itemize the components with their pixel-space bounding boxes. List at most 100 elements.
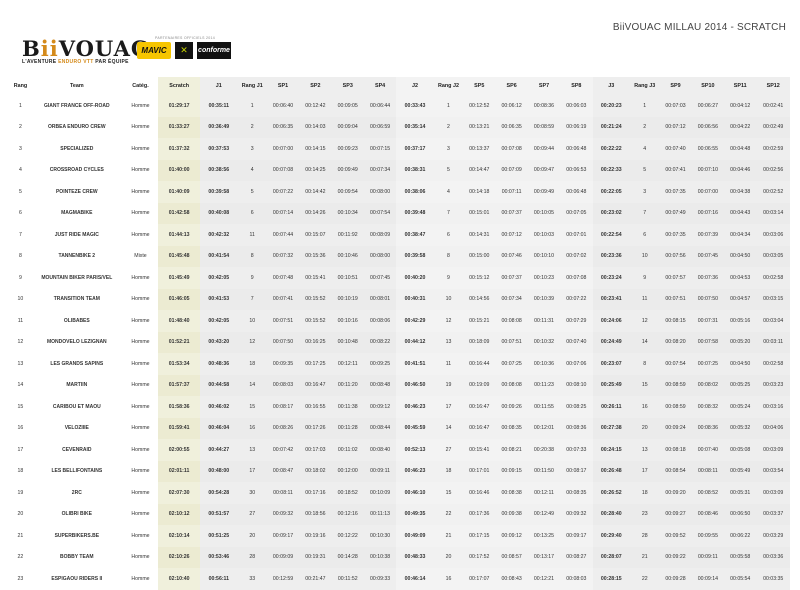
col-rang-j1-cell: 17	[237, 460, 267, 482]
col-sp6-cell: 00:07:25	[495, 353, 528, 375]
col-rang-j3-cell: 1	[630, 95, 660, 117]
document-title: BiiVOUAC MILLAU 2014 - SCRATCH	[612, 22, 786, 33]
col-sp6-cell: 00:08:38	[495, 482, 528, 504]
col-rang-j1-cell: 4	[237, 159, 267, 181]
col-sp7-cell: 00:09:44	[527, 138, 561, 160]
col-sp6-cell: 00:07:12	[495, 224, 528, 246]
col-rang-j3-cell: 14	[630, 331, 660, 353]
col-sp3-cell: 00:10:16	[331, 310, 364, 332]
col-team-cell: CEVENRAID	[62, 446, 92, 453]
col-cat-g-cell: Homme	[131, 425, 150, 432]
col-rang-cell: 20	[17, 511, 24, 518]
col-sp10-cell: 00:07:10	[691, 159, 725, 181]
col-j2-cell: 00:39:48	[396, 202, 434, 224]
col-sp8-cell: 00:07:06	[560, 353, 593, 375]
col-sp10-cell: 00:07:36	[691, 267, 725, 289]
col-sp7-cell: 00:13:25	[527, 525, 561, 547]
col-sp4-cell: 00:10:09	[363, 482, 397, 504]
col-sp3-cell: 00:09:04	[331, 116, 364, 138]
col-rang-j1-cell: 7	[237, 288, 267, 310]
table-row: 16 VELOZIIIE Homme 01:59:41 00:46:04 16 00:08:…	[10, 417, 790, 439]
col-sp6-cell: 00:08:21	[495, 439, 528, 461]
col-sp11-cell: 00:05:31	[724, 482, 757, 504]
table-row: 19 2RC Homme 02:07:30 00:54:28 30 00:08:11 00:1…	[10, 482, 790, 504]
table-row: 13 LES GRANDS SAPINS Homme 01:53:34 00:48:36…	[10, 353, 790, 375]
col-cat-g-cell: Homme	[131, 274, 150, 281]
col-rang-j1-cell: 15	[237, 396, 267, 418]
col-sp3-cell: 00:10:46	[331, 245, 364, 267]
col-rang-j2-cell: 20	[433, 546, 464, 568]
col-scratch-cell: 01:52:21	[158, 331, 201, 353]
col-sp7-cell: 00:12:49	[527, 503, 561, 525]
col-sp1-cell: 00:09:17	[266, 525, 300, 547]
col-sp7-cell: 00:11:50	[527, 460, 561, 482]
col-rang-cell: 2	[18, 124, 22, 131]
col-sp11-cell: 00:04:12	[724, 95, 757, 117]
col-sp9-cell: 00:07:35	[659, 224, 692, 246]
col-rang-j3-cell: 13	[630, 439, 660, 461]
col-team-header: Team	[69, 83, 84, 89]
col-j2-cell: 00:48:33	[396, 546, 434, 568]
col-sp1-cell: 00:07:08	[266, 159, 300, 181]
col-rang-j1-header: Rang J1	[237, 77, 267, 95]
col-sp3-cell: 00:11:38	[331, 396, 364, 418]
col-j1-cell: 00:41:53	[200, 288, 238, 310]
col-sp12-cell: 00:03:23	[756, 374, 790, 396]
col-team-cell: CARIBOU ET MAOU	[52, 403, 101, 410]
col-rang-j3-cell: 12	[630, 310, 660, 332]
col-rang-j1-cell: 12	[237, 331, 267, 353]
col-sp7-cell: 00:10:10	[527, 245, 561, 267]
col-rang-j3-cell: 15	[630, 374, 660, 396]
col-sp5-cell: 00:17:36	[463, 503, 496, 525]
col-rang-j2-cell: 13	[433, 331, 464, 353]
col-j2-cell: 00:46:23	[396, 460, 434, 482]
col-sp10-cell: 00:09:11	[691, 546, 725, 568]
col-cat-g-cell: Homme	[131, 575, 150, 582]
table-row: 1 GIANT FRANCE OFF-ROAD Homme 01:29:17 00:35…	[10, 95, 790, 117]
col-sp6-cell: 00:08:35	[495, 417, 528, 439]
col-sp2-cell: 00:17:25	[299, 353, 332, 375]
col-j2-cell: 00:40:31	[396, 288, 434, 310]
col-sp11-cell: 00:04:46	[724, 159, 757, 181]
col-rang-cell: 15	[17, 403, 24, 410]
col-sp2-cell: 00:17:26	[299, 417, 332, 439]
table-row: 15 CARIBOU ET MAOU Homme 01:58:36 00:46:02 15…	[10, 396, 790, 418]
col-sp11-cell: 00:05:16	[724, 310, 757, 332]
col-scratch-cell: 01:33:27	[158, 116, 201, 138]
col-sp4-cell: 00:10:30	[363, 525, 397, 547]
col-rang-cell: 5	[18, 188, 22, 195]
col-cat-g-cell: Homme	[131, 360, 150, 367]
col-rang-j3-cell: 22	[630, 568, 660, 590]
col-sp7-cell: 00:11:23	[527, 374, 561, 396]
col-team-cell: CROSSROAD CYCLES	[49, 167, 104, 174]
col-rang-j3-cell: 4	[630, 138, 660, 160]
col-rang-cell: 19	[17, 489, 24, 496]
col-rang-j3-cell: 20	[630, 417, 660, 439]
col-rang-j2-cell: 21	[433, 525, 464, 547]
col-rang-j3-cell: 7	[630, 202, 660, 224]
col-scratch-cell: 01:37:32	[158, 138, 201, 160]
col-rang-j3-header: Rang J3	[630, 77, 660, 95]
col-cat-g-cell: Homme	[131, 124, 150, 131]
col-j3-cell: 00:25:49	[592, 374, 631, 396]
col-sp8-cell: 00:07:22	[560, 288, 593, 310]
col-sp3-cell: 00:09:49	[331, 159, 364, 181]
table-row: 4 CROSSROAD CYCLES Homme 01:40:00 00:38:56 4 0…	[10, 159, 790, 181]
col-rang-cell: 1	[18, 102, 22, 109]
col-rang-j2-cell: 4	[433, 181, 464, 203]
col-scratch-cell: 02:10:26	[158, 546, 201, 568]
col-scratch-cell: 02:00:55	[158, 439, 201, 461]
col-sp6-cell: 00:08:43	[495, 568, 528, 590]
col-j3-cell: 00:23:36	[592, 245, 631, 267]
col-sp12-cell: 00:03:06	[756, 224, 790, 246]
col-sp10-cell: 00:08:52	[691, 482, 725, 504]
col-sp5-cell: 00:15:01	[463, 202, 496, 224]
col-sp1-cell: 00:07:42	[266, 439, 300, 461]
col-j2-cell: 00:35:14	[396, 116, 434, 138]
col-rang-j2-cell: 5	[433, 159, 464, 181]
col-sp6-cell: 00:08:57	[495, 546, 528, 568]
col-cat-g-cell: Homme	[131, 489, 150, 496]
col-rang-j1-cell: 27	[237, 503, 267, 525]
col-sp12-cell: 00:02:49	[756, 116, 790, 138]
col-sp1-cell: 00:07:41	[266, 288, 300, 310]
